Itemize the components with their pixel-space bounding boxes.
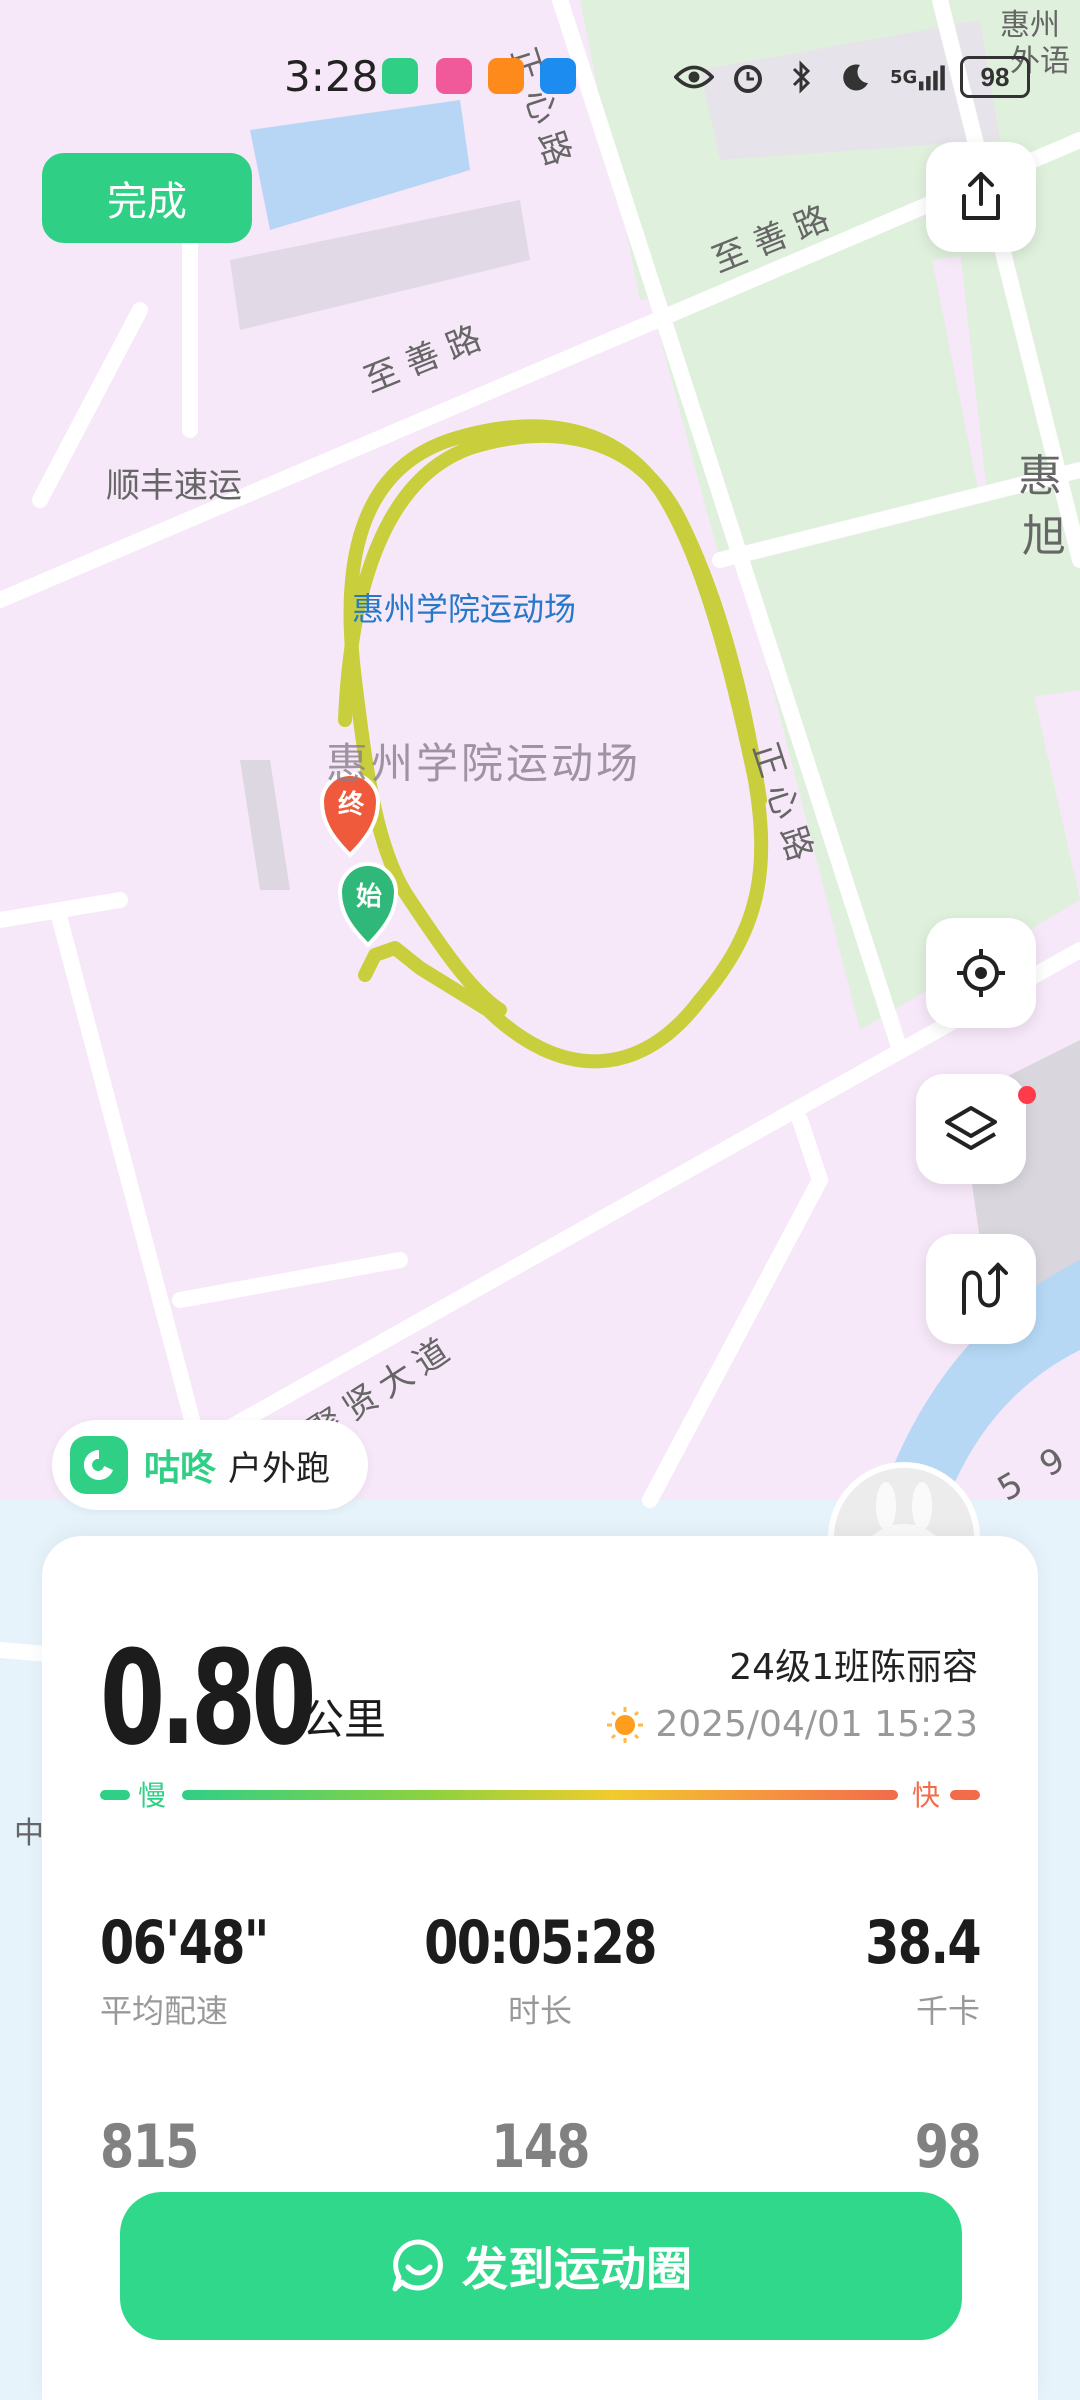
end-marker-label[interactable]: 终 [334, 784, 368, 821]
activity-datetime: 2025/04/01 15:23 [655, 1704, 978, 1745]
stat-calories: 38.4 千卡 [680, 1908, 981, 2032]
pace-slow-label: 慢 [138, 1779, 167, 1812]
share-button[interactable] [926, 142, 1036, 252]
place-label-left-edge: 中 [14, 1816, 44, 1851]
stat-value: 06'48" [100, 1908, 269, 1978]
brand-name: 咕咚 [144, 1448, 217, 1489]
place-label-stadium-area: 惠州学院运动场 [326, 739, 642, 788]
stat-avg-pace: 06'48" 平均配速 [100, 1908, 400, 2032]
signal-icon: 5G [890, 57, 946, 97]
battery-indicator: 98 [960, 56, 1030, 98]
bluetooth-icon [782, 57, 822, 97]
pace-legend: 慢 快 [100, 1779, 980, 1812]
place-label-stadium-poi[interactable]: 惠州学院运动场 [352, 584, 576, 630]
notification-dot [1018, 1086, 1036, 1104]
map-layers-button[interactable] [916, 1074, 1026, 1184]
alarm-icon [728, 57, 768, 97]
locate-button[interactable] [926, 918, 1036, 1028]
status-bar: 3:28 5G 98 [0, 40, 1080, 120]
distance-unit: 公里 [302, 1695, 387, 1744]
stat-label: 时长 [507, 1992, 572, 2030]
stat-heart-rate: 148 [390, 2112, 690, 2182]
place-label-right-edge-4: 旭 [1022, 511, 1066, 562]
chat-bubble-icon [392, 2239, 443, 2292]
layers-icon [945, 1106, 997, 1150]
stat-cadence: 98 [680, 2112, 982, 2182]
stat-value: 38.4 [865, 1908, 981, 1978]
distance-value: 0.80 [100, 1622, 316, 1774]
route-toggle-button[interactable] [926, 1234, 1036, 1344]
locate-icon [957, 949, 1005, 997]
weather-notification-icon [540, 58, 576, 94]
start-marker-label[interactable]: 始 [352, 876, 386, 913]
stat-value: 00:05:28 [424, 1908, 657, 1978]
pace-gradient-bar [182, 1790, 898, 1800]
sun-icon [607, 1707, 643, 1743]
pace-fast-label: 快 [911, 1779, 940, 1812]
stat-value: 98 [914, 2112, 982, 2182]
route-icon [962, 1262, 1008, 1315]
activity-type: 户外跑 [228, 1448, 331, 1489]
place-label-right-edge-3: 惠 [1018, 451, 1062, 502]
post-button-label: 发到运动圈 [462, 2242, 692, 2296]
stat-duration: 00:05:28 时长 [390, 1908, 690, 2032]
share-icon [962, 172, 1000, 220]
place-label-courier: 顺丰速运 [106, 466, 242, 506]
stat-label: 千卡 [915, 1992, 980, 2030]
stat-value: 815 [100, 2112, 199, 2182]
moon-icon [836, 57, 876, 97]
app-notification-icon [382, 58, 418, 94]
status-time: 3:28 [284, 52, 379, 101]
app-notification-icon [436, 58, 472, 94]
post-to-feed-button[interactable]: 发到运动圈 [120, 2192, 962, 2340]
stat-label: 平均配速 [100, 1992, 229, 2030]
app-notification-icon [488, 58, 524, 94]
stat-steps: 815 [100, 2112, 400, 2182]
eye-icon [674, 57, 714, 97]
user-name: 24级1班陈丽容 [729, 1647, 978, 1688]
pace-cap-slow [100, 1790, 130, 1800]
stat-value: 148 [491, 2112, 590, 2182]
codoon-logo-icon [70, 1436, 128, 1494]
done-button[interactable]: 完成 [42, 153, 252, 243]
pace-cap-fast [950, 1790, 980, 1800]
brand-chip: 咕咚 户外跑 [52, 1420, 368, 1510]
